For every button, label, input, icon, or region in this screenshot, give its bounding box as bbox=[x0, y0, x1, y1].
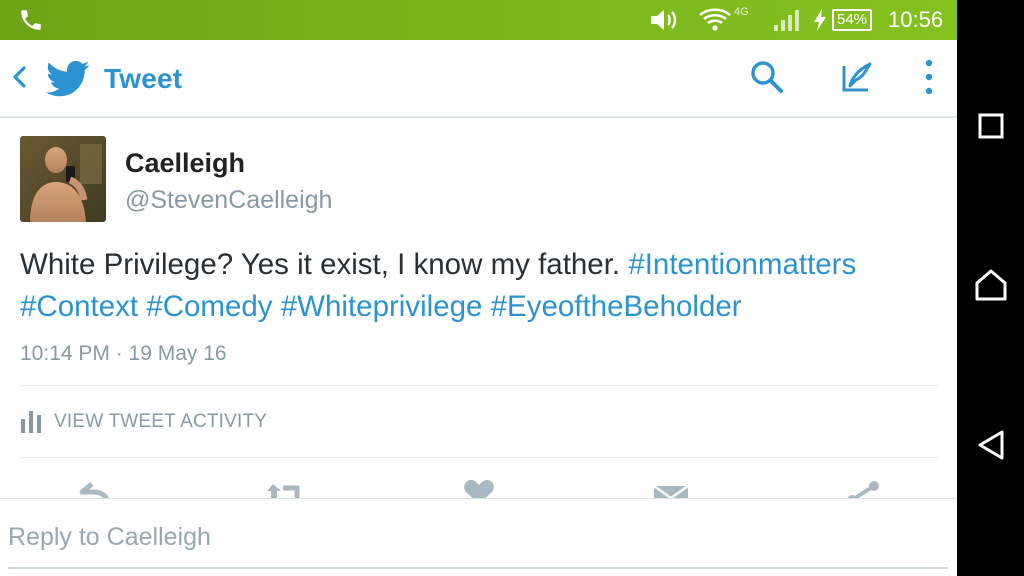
wifi-icon bbox=[698, 0, 732, 40]
charging-icon bbox=[812, 0, 828, 40]
display-name[interactable]: Caelleigh bbox=[125, 148, 245, 179]
overflow-menu-button[interactable] bbox=[920, 40, 938, 118]
retweet-icon[interactable] bbox=[265, 480, 309, 500]
twitter-app-screen: 4G 54% 10:56 Tweet Caelleigh @StevenCael… bbox=[0, 0, 957, 576]
tweet-text: White Privilege? Yes it exist, I know my… bbox=[20, 244, 940, 328]
overflow-menu-icon bbox=[920, 57, 938, 102]
reply-input-underline bbox=[8, 567, 948, 569]
back-icon bbox=[976, 429, 1006, 466]
reply-input[interactable] bbox=[8, 523, 948, 552]
home-icon bbox=[974, 269, 1008, 306]
search-icon bbox=[748, 58, 786, 101]
reply-bar bbox=[0, 498, 957, 576]
like-heart-icon[interactable] bbox=[462, 480, 496, 500]
direct-message-icon[interactable] bbox=[653, 480, 689, 500]
tweet-timestamp: 10:14 PM · 19 May 16 bbox=[20, 342, 227, 365]
view-tweet-activity-label: VIEW TWEET ACTIVITY bbox=[54, 411, 268, 432]
recent-apps-icon bbox=[977, 112, 1005, 145]
search-button[interactable] bbox=[748, 40, 786, 118]
compose-tweet-icon bbox=[838, 58, 876, 101]
hashtag-link[interactable]: #Intentionmatters bbox=[628, 248, 856, 281]
action-bar: Tweet bbox=[0, 40, 957, 118]
signal-icon bbox=[772, 0, 804, 40]
twitter-bird-icon bbox=[46, 40, 90, 118]
volume-icon bbox=[648, 0, 682, 40]
compose-button[interactable] bbox=[838, 40, 876, 118]
page-title: Tweet bbox=[104, 63, 183, 94]
divider bbox=[20, 385, 938, 386]
user-handle[interactable]: @StevenCaelleigh bbox=[125, 186, 332, 215]
tweet-body: White Privilege? Yes it exist, I know my… bbox=[20, 248, 621, 281]
view-tweet-activity-button[interactable]: VIEW TWEET ACTIVITY bbox=[20, 404, 267, 440]
share-icon[interactable] bbox=[846, 480, 880, 500]
4g-icon: 4G bbox=[734, 6, 749, 18]
bar-chart-icon bbox=[20, 407, 44, 438]
reply-icon[interactable] bbox=[78, 480, 112, 500]
hashtag-link[interactable]: #Whiteprivilege bbox=[281, 290, 483, 323]
avatar[interactable] bbox=[20, 136, 106, 222]
status-time: 10:56 bbox=[888, 7, 944, 32]
phone-call-icon bbox=[18, 0, 44, 40]
hashtag-link[interactable]: #Context bbox=[20, 290, 138, 323]
recent-apps-button[interactable] bbox=[971, 108, 1011, 148]
android-navigation-bar bbox=[957, 0, 1024, 576]
battery-indicator: 54% bbox=[832, 0, 873, 40]
chevron-left-icon bbox=[10, 62, 28, 97]
status-bar: 4G 54% 10:56 bbox=[0, 0, 957, 40]
hashtag-link[interactable]: #Comedy bbox=[146, 290, 272, 323]
home-button[interactable] bbox=[971, 267, 1011, 307]
back-button[interactable] bbox=[10, 40, 28, 118]
divider bbox=[20, 457, 938, 458]
tweet-actions bbox=[0, 476, 957, 500]
hashtag-link[interactable]: #EyeoftheBeholder bbox=[491, 290, 742, 323]
back-nav-button[interactable] bbox=[971, 427, 1011, 467]
battery-percent: 54% bbox=[832, 9, 873, 31]
